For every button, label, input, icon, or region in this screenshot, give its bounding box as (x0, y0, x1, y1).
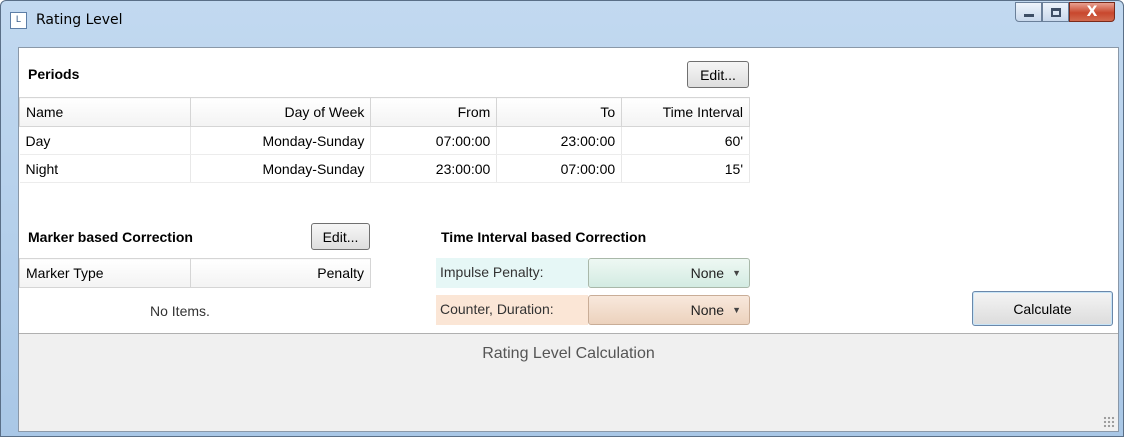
maximize-icon (1050, 7, 1061, 17)
rating-level-window: L Rating Level X Periods Edit... Name Da… (0, 0, 1124, 437)
chevron-down-icon: ▼ (732, 268, 741, 278)
marker-edit-label: Edit... (322, 228, 359, 245)
caption-buttons: X (1015, 2, 1115, 24)
impulse-penalty-value: None (690, 265, 725, 281)
marker-correction-title: Marker based Correction (28, 229, 193, 245)
impulse-penalty-label: Impulse Penalty: (436, 258, 588, 288)
periods-edit-button[interactable]: Edit... (687, 61, 749, 88)
column-header-time-interval[interactable]: Time Interval (621, 97, 750, 127)
column-header-to[interactable]: To (496, 97, 623, 127)
periods-table: Name Day of Week From To Time Interval D… (19, 97, 750, 183)
counter-duration-select[interactable]: None ▼ (588, 295, 750, 325)
column-header-marker-type[interactable]: Marker Type (19, 258, 191, 288)
cell-to: 23:00:00 (496, 126, 623, 155)
window-title: Rating Level (36, 12, 123, 28)
marker-table: Marker Type Penalty (19, 258, 371, 288)
counter-duration-value: None (690, 302, 725, 318)
column-header-from[interactable]: From (370, 97, 498, 127)
cell-to: 07:00:00 (496, 154, 623, 183)
minimize-button[interactable] (1015, 2, 1042, 22)
cell-time-interval: 60' (621, 126, 750, 155)
calculate-label: Calculate (1013, 300, 1072, 317)
marker-edit-button[interactable]: Edit... (311, 223, 370, 250)
table-row[interactable]: Night Monday-Sunday 23:00:00 07:00:00 15… (19, 154, 750, 183)
cell-day-of-week: Monday-Sunday (190, 154, 372, 183)
marker-header-row: Marker Type Penalty (19, 258, 371, 288)
maximize-button[interactable] (1042, 2, 1069, 22)
marker-empty-text: No Items. (150, 303, 210, 319)
title-bar[interactable]: L Rating Level X (1, 1, 1123, 47)
interval-correction-title: Time Interval based Correction (441, 229, 647, 245)
cell-time-interval: 15' (621, 154, 750, 183)
cell-name: Night (19, 154, 191, 183)
rating-level-calculation-panel: Rating Level Calculation (19, 333, 1118, 431)
table-row[interactable]: Day Monday-Sunday 07:00:00 23:00:00 60' (19, 126, 750, 155)
periods-edit-label: Edit... (700, 66, 736, 83)
impulse-penalty-select[interactable]: None ▼ (588, 258, 750, 288)
periods-title: Periods (28, 66, 80, 82)
cell-from: 07:00:00 (370, 126, 498, 155)
cell-name: Day (19, 126, 191, 155)
calculate-button[interactable]: Calculate (972, 291, 1113, 326)
periods-header-row: Name Day of Week From To Time Interval (19, 97, 750, 127)
counter-duration-label: Counter, Duration: (436, 295, 588, 325)
resize-grip-icon[interactable] (1103, 416, 1115, 428)
close-button[interactable]: X (1069, 2, 1115, 22)
column-header-penalty[interactable]: Penalty (189, 258, 371, 288)
window-app-icon: L (10, 12, 27, 29)
chevron-down-icon: ▼ (732, 305, 741, 315)
column-header-name[interactable]: Name (19, 97, 191, 127)
client-area: Periods Edit... Name Day of Week From To… (18, 47, 1119, 432)
column-header-day-of-week[interactable]: Day of Week (189, 97, 372, 127)
cell-day-of-week: Monday-Sunday (190, 126, 372, 155)
panel-caption: Rating Level Calculation (482, 345, 655, 362)
cell-from: 23:00:00 (370, 154, 498, 183)
close-icon: X (1086, 4, 1098, 20)
minimize-icon (1023, 13, 1034, 17)
